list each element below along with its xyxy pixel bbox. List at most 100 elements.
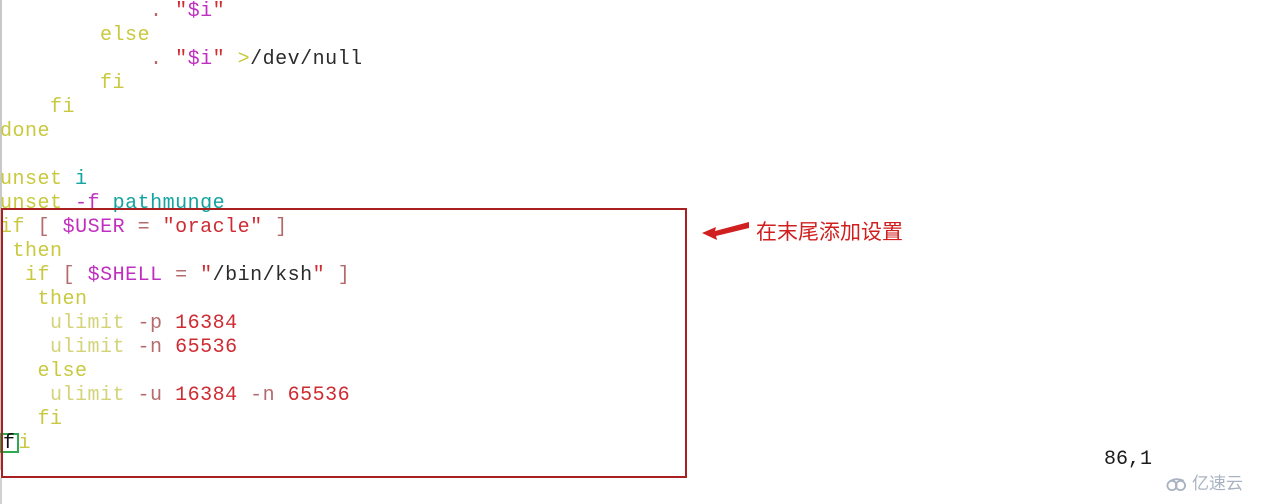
code-line[interactable]: else	[0, 24, 1268, 48]
cursor-position-indicator: 86,1	[1104, 448, 1153, 471]
code-token-quote: "	[200, 264, 213, 287]
code-token-kw: else	[100, 24, 151, 47]
code-line[interactable]	[0, 144, 1268, 168]
code-token-var: -f	[75, 192, 101, 215]
code-token-var: $USER	[62, 216, 126, 239]
code-token-opt: -p	[137, 312, 163, 335]
code-token-kw: else	[37, 360, 88, 383]
code-token-kw: fi	[100, 72, 126, 95]
code-line[interactable]: then	[0, 288, 1268, 312]
code-token-kw: unset	[0, 168, 63, 191]
code-token-punct: =	[137, 216, 151, 239]
text-editor-viewport[interactable]: . "$i" else . "$i" >/dev/null fi fi done u…	[0, 0, 1268, 504]
code-token-str: "oracle"	[162, 216, 263, 239]
code-line[interactable]: then	[0, 240, 1268, 264]
code-line[interactable]: fi	[0, 72, 1268, 96]
annotation-label: 在末尾添加设置	[756, 219, 903, 244]
code-token-opt: -u	[137, 384, 163, 407]
annotation-callout: 在末尾添加设置	[700, 219, 903, 245]
code-token-kw: if	[0, 216, 26, 239]
code-token-ident: i	[75, 168, 88, 191]
arrow-left-icon	[702, 222, 749, 240]
code-line[interactable]: . "$i" >/dev/null	[0, 48, 1268, 72]
code-token-kw: done	[0, 120, 51, 143]
code-token-variable: $i	[187, 48, 213, 71]
watermark-label: 亿速云	[1192, 474, 1243, 494]
code-token-ident: pathmunge	[112, 192, 226, 215]
text-cursor[interactable]: f	[0, 433, 19, 454]
code-line[interactable]: done	[0, 120, 1268, 144]
code-token-quote: "	[175, 48, 188, 71]
code-line[interactable]: fi	[0, 432, 1268, 456]
code-token-kw-soft: ulimit	[50, 312, 126, 335]
code-token-quote: "	[312, 264, 326, 287]
code-token-punct: [	[37, 216, 51, 239]
code-token-kw-soft: ulimit	[50, 336, 126, 359]
code-line[interactable]: ulimit -u 16384 -n 65536	[0, 384, 1268, 408]
code-line[interactable]: unset -f pathmunge	[0, 192, 1268, 216]
code-token-quote: "	[212, 48, 226, 71]
code-token-var: $SHELL	[87, 264, 163, 287]
code-token-punct: ]	[337, 264, 351, 287]
code-area[interactable]: . "$i" else . "$i" >/dev/null fi fi done u…	[0, 0, 1268, 456]
code-token-kw-soft: ulimit	[50, 384, 126, 407]
code-token-punct: .	[150, 48, 163, 71]
code-line[interactable]: . "$i"	[0, 0, 1268, 24]
code-line[interactable]: if [ $USER = "oracle" ]	[0, 216, 1268, 240]
code-token-kw: then	[12, 240, 63, 263]
code-token-num: 16384	[175, 312, 238, 335]
code-token-num: 16384	[175, 384, 238, 407]
code-token-kw: if	[25, 264, 51, 287]
code-token-plain: /dev/null	[250, 48, 363, 71]
watermark: 亿速云	[1166, 476, 1243, 493]
code-token-kw: i	[18, 432, 32, 455]
code-token-quote: "	[212, 0, 226, 23]
code-token-punct: =	[175, 264, 188, 287]
code-line[interactable]: fi	[0, 96, 1268, 120]
code-line[interactable]: fi	[0, 408, 1268, 432]
code-token-punct: .	[150, 0, 163, 23]
code-token-num: 65536	[287, 384, 351, 407]
code-token-punct: ]	[275, 216, 288, 239]
code-line[interactable]: else	[0, 360, 1268, 384]
code-line[interactable]: if [ $SHELL = "/bin/ksh" ]	[0, 264, 1268, 288]
code-token-punct: [	[62, 264, 76, 287]
code-token-kw: fi	[37, 408, 63, 431]
code-line[interactable]: unset i	[0, 168, 1268, 192]
code-line[interactable]: ulimit -p 16384	[0, 312, 1268, 336]
code-token-variable: $i	[187, 0, 213, 23]
code-token-redir: >	[237, 48, 251, 71]
cloud-swirl-icon	[1166, 477, 1186, 491]
code-line[interactable]: ulimit -n 65536	[0, 336, 1268, 360]
